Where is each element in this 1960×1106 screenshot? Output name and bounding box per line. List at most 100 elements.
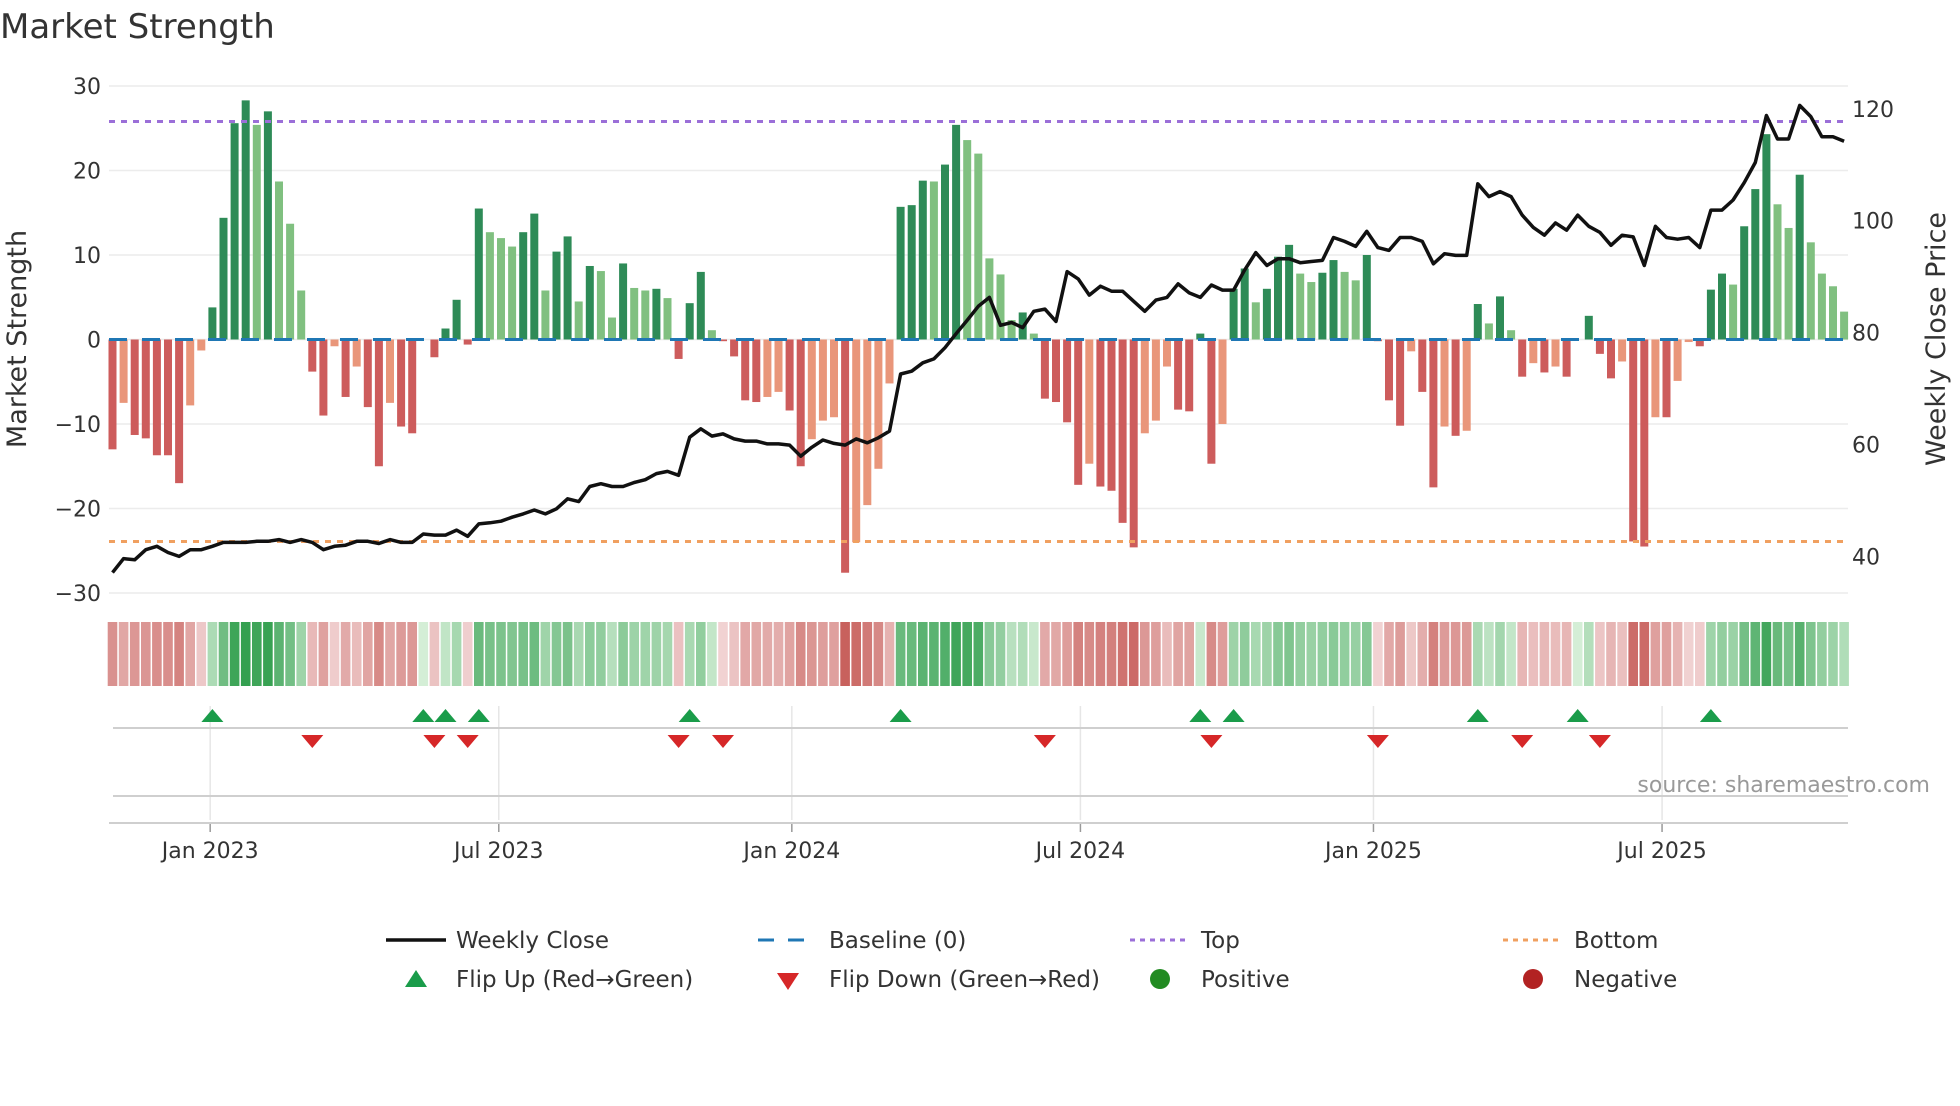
x-tick-label: Jan 2024 bbox=[741, 839, 840, 864]
strength-bar bbox=[119, 339, 128, 403]
strength-bar bbox=[430, 339, 439, 358]
y-axis-right: 120 100 80 60 40 bbox=[1852, 98, 1894, 571]
heat-cell bbox=[1473, 622, 1483, 686]
heat-cell bbox=[129, 622, 140, 686]
strength-bar bbox=[1817, 273, 1826, 340]
heat-cell bbox=[1450, 622, 1461, 686]
heat-cell bbox=[573, 622, 584, 686]
legend-flip-down: Flip Down (Green→Red) bbox=[829, 967, 1100, 993]
heat-cell bbox=[1339, 622, 1350, 686]
heat-cell bbox=[1495, 622, 1505, 686]
strength-bar bbox=[452, 299, 461, 340]
strength-bar bbox=[1118, 339, 1127, 523]
strength-bar bbox=[1551, 339, 1560, 367]
strength-bar bbox=[1718, 273, 1726, 340]
strength-bar bbox=[1806, 242, 1815, 340]
strength-bar bbox=[1773, 204, 1782, 340]
heat-cell bbox=[906, 622, 917, 686]
flip-up-marker bbox=[1699, 709, 1722, 722]
heat-cell bbox=[773, 622, 784, 686]
source-annotation: source: sharemaestro.com bbox=[1637, 773, 1930, 798]
strength-bar bbox=[1840, 311, 1849, 340]
heat-cell bbox=[118, 622, 129, 686]
strength-bar bbox=[1151, 339, 1160, 421]
strength-bar bbox=[141, 339, 150, 439]
heat-cell bbox=[1650, 622, 1661, 686]
heat-cell bbox=[1228, 622, 1239, 686]
strength-bar bbox=[1518, 339, 1527, 377]
heat-cell bbox=[429, 622, 440, 686]
heat-cell bbox=[1406, 622, 1416, 686]
heat-cell bbox=[318, 622, 329, 686]
heat-cell bbox=[1717, 622, 1727, 686]
heat-cell bbox=[1561, 622, 1572, 686]
strength-bar bbox=[596, 271, 605, 340]
flip-down-marker bbox=[456, 735, 479, 748]
strength-bar bbox=[863, 339, 872, 506]
legend-baseline: Baseline (0) bbox=[829, 928, 966, 954]
y2-tick-label: 80 bbox=[1852, 322, 1880, 347]
heat-cell bbox=[1528, 622, 1539, 686]
strength-bar bbox=[1740, 226, 1749, 340]
strength-bar bbox=[397, 339, 406, 427]
flip-up-marker bbox=[1466, 709, 1489, 722]
strength-bar bbox=[874, 339, 883, 469]
strength-bar bbox=[1795, 174, 1804, 340]
flip-down-marker bbox=[1366, 735, 1389, 748]
heat-cell bbox=[540, 622, 551, 686]
heat-cell bbox=[1484, 622, 1494, 686]
heat-cell bbox=[1006, 622, 1017, 686]
strength-bar bbox=[907, 205, 916, 340]
strength-bar bbox=[641, 290, 650, 340]
strength-bar bbox=[186, 339, 195, 406]
strength-bar bbox=[1440, 339, 1449, 427]
y-tick-label: −20 bbox=[55, 498, 101, 523]
legend: Weekly Close Baseline (0) Top Bottom Fli… bbox=[386, 928, 1677, 993]
heat-cell bbox=[729, 622, 739, 686]
heat-cell bbox=[1140, 622, 1150, 686]
y-tick-label: 30 bbox=[73, 75, 101, 100]
heat-cell bbox=[629, 622, 639, 686]
flip-up-marker bbox=[467, 709, 490, 722]
heat-cell bbox=[1639, 622, 1650, 686]
strength-bar bbox=[263, 111, 272, 340]
heat-cell bbox=[1151, 622, 1161, 686]
heat-cell bbox=[374, 622, 384, 686]
strength-bar bbox=[1174, 339, 1183, 410]
legend-flip-up: Flip Up (Red→Green) bbox=[456, 967, 693, 993]
strength-bar bbox=[1562, 339, 1571, 377]
strength-bar bbox=[619, 263, 628, 340]
heat-cell bbox=[1350, 622, 1361, 686]
strength-bar bbox=[1451, 339, 1460, 436]
flip-down-marker bbox=[1588, 735, 1611, 748]
heat-cell bbox=[1461, 622, 1472, 686]
y-axis-left: 30 20 10 0 −10 −20 −30 bbox=[55, 75, 101, 607]
heat-cell bbox=[895, 622, 906, 686]
strength-bar bbox=[1385, 339, 1393, 401]
heat-cell bbox=[684, 622, 695, 686]
strength-bar bbox=[1684, 339, 1693, 343]
heat-cell bbox=[229, 622, 240, 686]
x-axis: Jan 2023 Jul 2023 Jan 2024 Jul 2024 Jan 2025… bbox=[109, 822, 1848, 864]
heat-cell bbox=[884, 622, 895, 686]
heat-cell bbox=[307, 622, 318, 686]
heat-cell bbox=[618, 622, 628, 686]
heat-cell bbox=[152, 622, 162, 686]
heat-cell bbox=[1295, 622, 1305, 686]
strength-bar bbox=[175, 339, 184, 484]
strength-bar bbox=[785, 339, 794, 411]
strength-bar bbox=[230, 123, 239, 340]
strength-bar bbox=[1262, 288, 1271, 340]
y2-tick-label: 100 bbox=[1852, 210, 1894, 235]
heat-cell bbox=[1683, 622, 1694, 686]
strength-bar bbox=[485, 232, 494, 340]
heat-cell bbox=[1017, 622, 1028, 686]
heat-cell bbox=[1362, 622, 1372, 686]
heat-cell bbox=[829, 622, 839, 686]
heat-cell bbox=[396, 622, 406, 686]
chart-title: Market Strength bbox=[0, 7, 275, 47]
heat-cell bbox=[1794, 622, 1805, 686]
heat-cell bbox=[1084, 622, 1095, 686]
strength-bar bbox=[663, 298, 672, 340]
x-tick-label: Jul 2024 bbox=[1034, 839, 1126, 864]
